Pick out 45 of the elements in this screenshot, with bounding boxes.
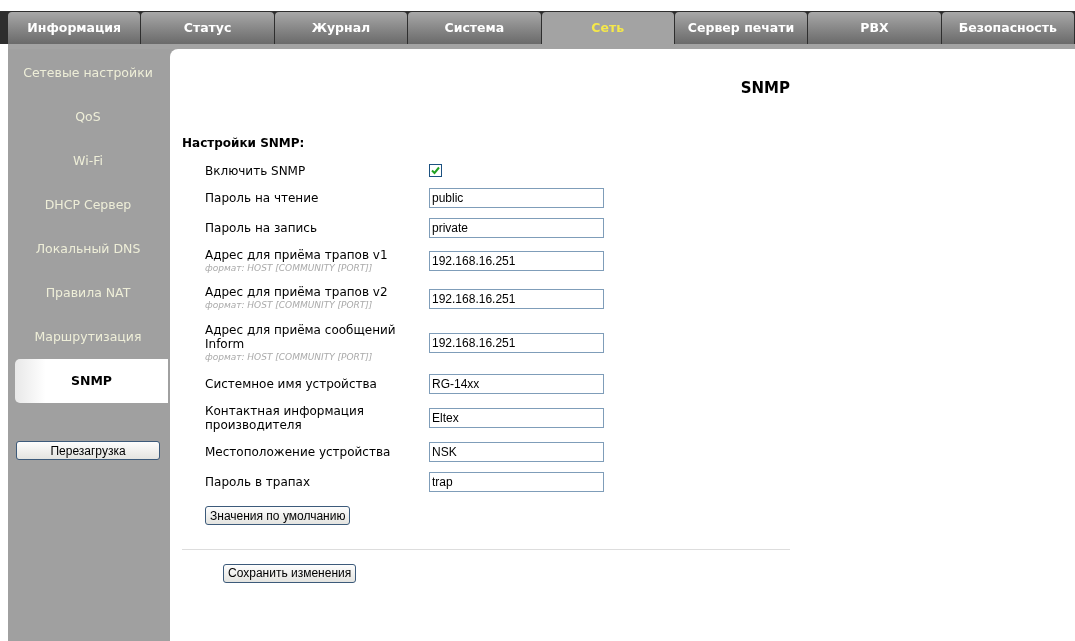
nav-tab[interactable]: Сеть bbox=[541, 12, 674, 44]
field-label: Местоположение устройства bbox=[205, 445, 392, 459]
field-label: Контактная информация производителя bbox=[205, 404, 365, 432]
field-label: Системное имя устройства bbox=[205, 377, 378, 391]
nav-tab[interactable]: Журнал bbox=[274, 12, 408, 44]
field-label: Пароль на чтение bbox=[205, 190, 320, 205]
field-label: Адрес для приёма трапов v2 bbox=[205, 285, 389, 299]
check-icon bbox=[431, 166, 440, 175]
nav-tab[interactable]: Информация bbox=[8, 12, 141, 44]
section-title: Настройки SNMP: bbox=[182, 134, 306, 152]
sidebar-item[interactable]: DHCP Сервер bbox=[8, 183, 168, 227]
defaults-button[interactable]: Значения по умолчанию bbox=[205, 506, 351, 525]
field-label: Пароль в трапах bbox=[205, 475, 312, 489]
format-hint: формат: HOST [COMMUNITY [PORT]] bbox=[205, 299, 374, 312]
reboot-button[interactable]: Перезагрузка bbox=[16, 441, 160, 460]
input-field[interactable]: NSK bbox=[429, 442, 604, 462]
sidebar-item[interactable]: Wi-Fi bbox=[8, 139, 168, 183]
input-field[interactable]: 192.168.16.251 bbox=[429, 288, 604, 309]
input-field[interactable]: Eltex bbox=[429, 408, 604, 428]
nav-tab[interactable]: Система bbox=[408, 12, 541, 44]
sidebar-item[interactable]: SNMP bbox=[15, 359, 168, 403]
format-hint: формат: HOST [COMMUNITY [PORT]] bbox=[205, 262, 374, 275]
field-label: Адрес для приёма сообщений Inform bbox=[205, 322, 397, 351]
input-field[interactable]: 192.168.16.251 bbox=[429, 251, 604, 272]
nav-tab[interactable]: Безопасность bbox=[941, 12, 1074, 44]
field-label: Включить SNMP bbox=[205, 163, 307, 178]
page-title: SNMP bbox=[740, 78, 790, 99]
sidebar-item[interactable]: Локальный DNS bbox=[8, 227, 168, 271]
checkbox[interactable] bbox=[429, 164, 442, 177]
field-label: Адрес для приёма трапов v1 bbox=[205, 247, 389, 262]
format-hint: формат: HOST [COMMUNITY [PORT]] bbox=[205, 350, 374, 364]
input-field[interactable]: public bbox=[429, 187, 604, 208]
nav-tab[interactable]: PBX bbox=[808, 12, 941, 44]
sidebar-item[interactable]: Маршрутизация bbox=[8, 315, 168, 359]
input-field[interactable]: trap bbox=[429, 472, 604, 492]
sidebar-item[interactable]: QoS bbox=[8, 95, 168, 139]
input-field[interactable]: RG-14xx bbox=[429, 374, 604, 394]
input-field[interactable]: 192.168.16.251 bbox=[429, 333, 604, 354]
nav-tab[interactable]: Статус bbox=[141, 12, 274, 44]
field-label: Пароль на запись bbox=[205, 220, 318, 235]
save-button[interactable]: Сохранить изменения bbox=[223, 563, 357, 583]
nav-tab[interactable]: Сервер печати bbox=[674, 12, 808, 44]
sidebar-item[interactable]: Сетевые настройки bbox=[8, 51, 168, 95]
input-field[interactable]: private bbox=[429, 217, 604, 238]
sidebar-item[interactable]: Правила NAT bbox=[8, 271, 168, 315]
